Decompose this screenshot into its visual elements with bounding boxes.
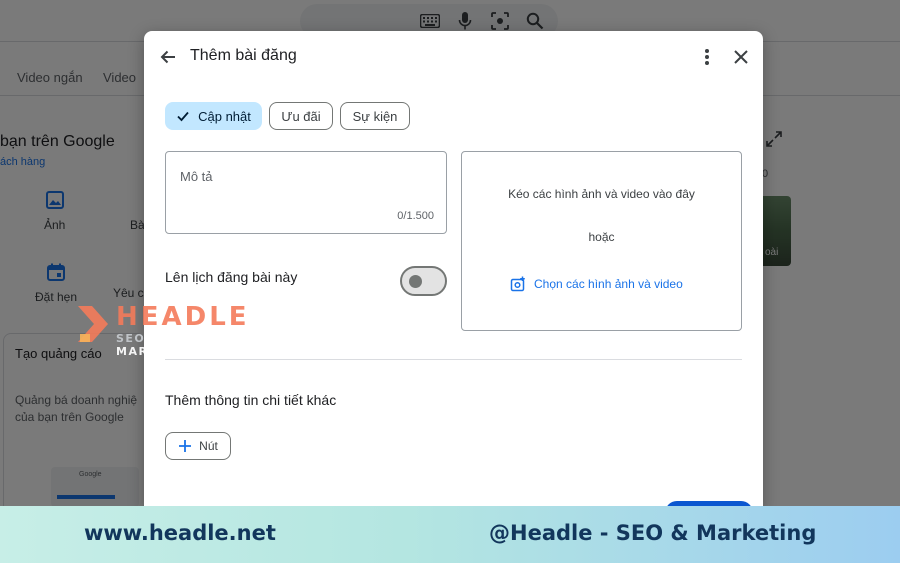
schedule-label: Lên lịch đăng bài này (165, 269, 298, 285)
media-dropzone[interactable]: Kéo các hình ảnh và video vào đây hoặc C… (461, 151, 742, 331)
close-button[interactable] (729, 45, 753, 69)
add-button-label: Nút (199, 439, 218, 453)
customers-link[interactable]: ách hàng (0, 156, 45, 168)
image-icon (45, 191, 64, 209)
chip-event[interactable]: Sự kiện (340, 102, 410, 130)
create-ad-title: Tạo quảng cáo (15, 346, 102, 361)
add-photo-icon (510, 276, 525, 292)
google-preview-mock: Google (51, 467, 139, 507)
toggle-knob (409, 275, 422, 288)
tab-short-videos[interactable]: Video ngắn (17, 70, 83, 85)
back-button[interactable] (156, 45, 180, 69)
pick-media-button[interactable]: Chọn các hình ảnh và video (510, 274, 683, 294)
close-icon (734, 50, 748, 64)
description-textarea[interactable]: Mô tả 0/1.500 (165, 151, 447, 234)
google-preview-word: Google (79, 471, 102, 478)
more-options-button[interactable] (695, 45, 719, 69)
action-booking[interactable]: Đặt hẹn (35, 262, 77, 304)
create-ad-card[interactable]: Tạo quảng cáo Quảng bá doanh nghiệ của b… (3, 333, 145, 513)
add-post-dialog: Thêm bài đăng Cập nhật Ưu đãi Sự kiện Mô… (144, 31, 763, 511)
lens-icon[interactable] (489, 10, 511, 32)
footer-banner: www.headle.net @Headle - SEO & Marketing (0, 506, 900, 563)
more-details-heading: Thêm thông tin chi tiết khác (165, 392, 337, 408)
right-panel-photo[interactable]: oài (763, 196, 791, 266)
microphone-icon[interactable] (454, 10, 476, 32)
footer-handle: @Headle - SEO & Marketing (489, 521, 817, 545)
create-ad-text: Quảng bá doanh nghiệ của bạn trên Google (15, 393, 138, 424)
pick-media-label: Chọn các hình ảnh và video (534, 277, 683, 291)
action-photo[interactable]: Ảnh (44, 190, 65, 232)
media-drag-text: Kéo các hình ảnh và video vào đây (508, 187, 695, 201)
action-photo-label: Ảnh (44, 218, 66, 232)
tab-videos[interactable]: Video (103, 70, 136, 85)
chip-update-label: Cập nhật (198, 108, 251, 124)
plus-icon (179, 440, 192, 452)
action-partial-1[interactable]: Bà (130, 218, 145, 232)
calendar-icon (47, 263, 66, 281)
footer-website: www.headle.net (84, 521, 276, 545)
media-or-text: hoặc (588, 230, 615, 244)
search-icon[interactable] (524, 10, 546, 32)
add-button-button[interactable]: Nút (165, 432, 231, 460)
chip-update[interactable]: Cập nhật (165, 102, 262, 130)
right-panel-photo-label: oài (765, 247, 779, 258)
section-divider (165, 359, 742, 360)
chip-offer[interactable]: Ưu đãi (269, 102, 333, 130)
arrow-back-icon (160, 50, 175, 64)
schedule-toggle[interactable] (400, 266, 447, 296)
action-partial-2[interactable]: Yêu c (113, 286, 144, 300)
action-partial-1-label: Bà (130, 218, 145, 232)
check-icon (177, 111, 189, 122)
action-partial-2-label: Yêu c (113, 286, 144, 300)
business-title: bạn trên Google (0, 133, 115, 150)
description-placeholder: Mô tả (180, 169, 213, 184)
dialog-title: Thêm bài đăng (190, 47, 297, 64)
chip-offer-label: Ưu đãi (281, 108, 321, 124)
google-preview-bar (57, 495, 115, 499)
chip-event-label: Sự kiện (352, 108, 398, 124)
expand-icon[interactable] (765, 130, 783, 148)
keyboard-icon[interactable] (419, 10, 441, 32)
more-vert-icon (705, 49, 709, 65)
action-booking-label: Đặt hẹn (35, 290, 78, 304)
character-counter: 0/1.500 (397, 210, 434, 222)
